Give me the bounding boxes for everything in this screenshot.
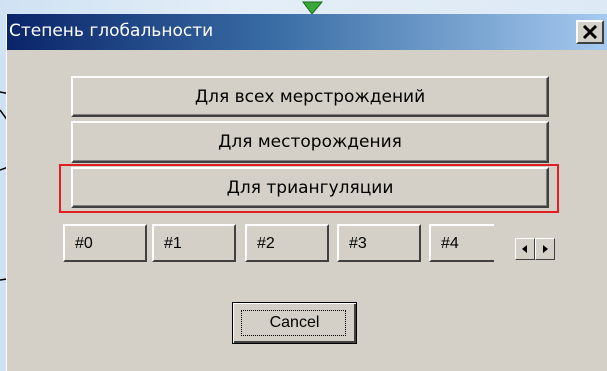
tab-0[interactable]: #0: [63, 224, 147, 262]
close-button[interactable]: [576, 20, 604, 44]
triangulation-button[interactable]: Для триангуляции: [71, 167, 549, 208]
all-fields-button[interactable]: Для всех мерстрождений: [71, 76, 549, 117]
focus-rectangle: [241, 310, 346, 336]
triangle-left-icon: [522, 245, 527, 253]
cancel-button[interactable]: Cancel: [232, 302, 357, 344]
tab-2[interactable]: #2: [245, 224, 329, 262]
marker-diamond: [302, 1, 324, 15]
tab-1[interactable]: #1: [152, 224, 236, 262]
tab-3[interactable]: #3: [337, 224, 421, 262]
close-icon: [582, 25, 598, 39]
globality-dialog: Степень глобальности Для всех мерстрожде…: [6, 14, 607, 371]
scroll-left-button[interactable]: [515, 238, 535, 260]
title-bar[interactable]: Степень глобальности: [7, 14, 607, 50]
scroll-right-button[interactable]: [535, 238, 555, 260]
dialog-title: Степень глобальности: [9, 21, 214, 41]
tab-4[interactable]: #4: [429, 224, 494, 262]
field-button[interactable]: Для месторождения: [71, 121, 549, 163]
triangle-right-icon: [543, 245, 548, 253]
